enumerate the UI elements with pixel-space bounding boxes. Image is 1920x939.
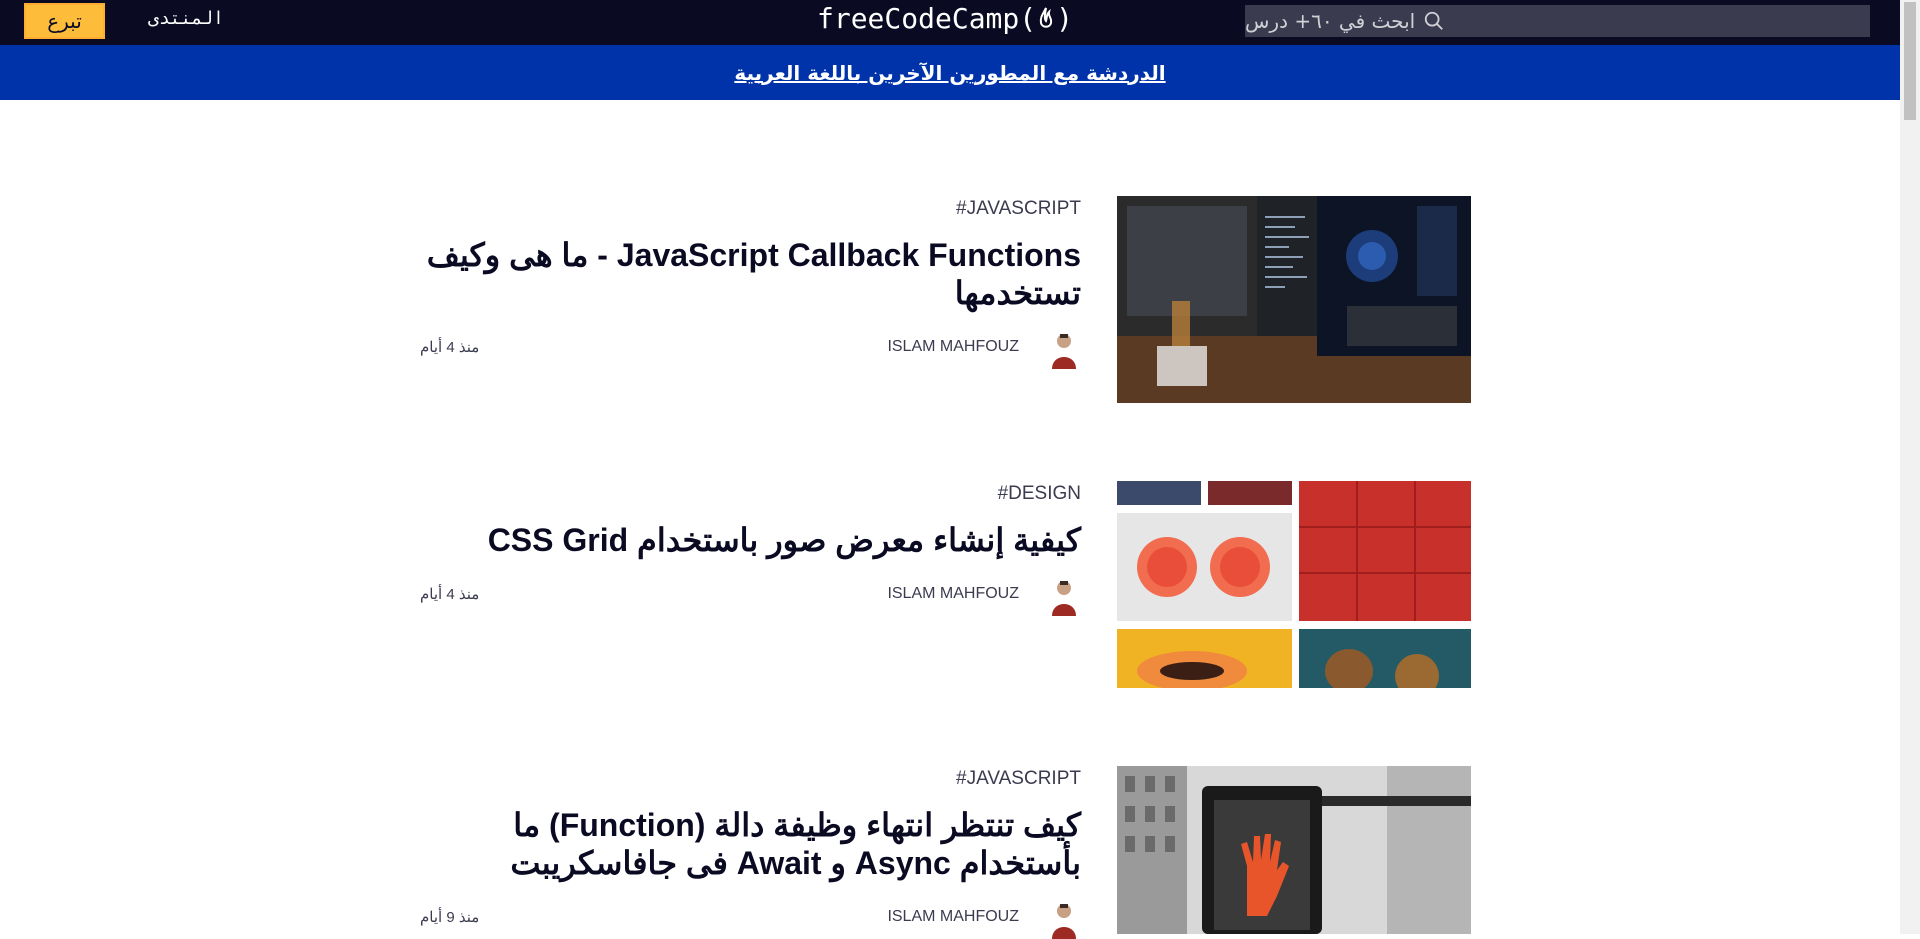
monitors-desk-image <box>1117 196 1471 403</box>
author-name[interactable]: ISLAM MAHFOUZ <box>887 338 1019 356</box>
author-name[interactable]: ISLAM MAHFOUZ <box>887 585 1019 603</box>
post-card[interactable]: #JAVASCRIPT JavaScript Callback Function… <box>420 196 1471 406</box>
author-name[interactable]: ISLAM MAHFOUZ <box>887 908 1019 926</box>
top-nav: ابحث في ٦٠+ درس freeCodeCamp ( ) المنتدى… <box>0 0 1900 45</box>
site-logo[interactable]: freeCodeCamp ( ) <box>0 2 1900 35</box>
post-thumbnail[interactable] <box>1117 481 1471 688</box>
post-thumbnail[interactable] <box>1117 196 1471 403</box>
fruit-grid-image <box>1117 481 1471 688</box>
logo-paren-close: ) <box>1056 2 1073 35</box>
post-card[interactable]: #DESIGN كيفية إنشاء معرض صور باستخدام CS… <box>420 481 1471 691</box>
post-tag[interactable]: #DESIGN <box>998 483 1081 505</box>
post-time: منذ 4 أيام <box>420 586 480 603</box>
post-meta: ISLAM MAHFOUZ منذ 9 أيام <box>420 899 1081 939</box>
post-time: منذ 9 أيام <box>420 909 480 926</box>
post-card[interactable]: #JAVASCRIPT كيف تنتظر انتهاء وظيفة دالة … <box>420 766 1471 939</box>
vertical-scrollbar[interactable] <box>1900 0 1920 934</box>
post-tag[interactable]: #JAVASCRIPT <box>956 198 1081 220</box>
post-title[interactable]: كيف تنتظر انتهاء وظيفة دالة (Function) م… <box>420 806 1081 882</box>
scrollbar-thumb[interactable] <box>1904 2 1916 120</box>
logo-paren-open: ( <box>1019 2 1037 35</box>
avatar[interactable] <box>1047 329 1081 369</box>
post-tag[interactable]: #JAVASCRIPT <box>956 768 1081 790</box>
banner-link[interactable]: الدردشة مع المطورين الآخرين باللغة العرب… <box>734 61 1165 85</box>
post-meta: ISLAM MAHFOUZ منذ 4 أيام <box>420 576 1081 616</box>
avatar[interactable] <box>1047 899 1081 939</box>
post-title[interactable]: JavaScript Callback Functions - ما هى وك… <box>420 236 1081 312</box>
logo-text: freeCodeCamp <box>816 2 1020 35</box>
post-meta: ISLAM MAHFOUZ منذ 4 أيام <box>420 329 1081 369</box>
avatar[interactable] <box>1047 576 1081 616</box>
chat-banner: الدردشة مع المطورين الآخرين باللغة العرب… <box>0 45 1900 100</box>
crosswalk-signal-image <box>1117 766 1471 934</box>
post-time: منذ 4 أيام <box>420 339 480 356</box>
flame-icon <box>1039 7 1053 28</box>
post-thumbnail[interactable] <box>1117 766 1471 934</box>
post-title[interactable]: كيفية إنشاء معرض صور باستخدام CSS Grid <box>420 521 1081 559</box>
forum-link[interactable]: المنتدى <box>148 8 224 29</box>
donate-button[interactable]: تبرع <box>24 3 105 39</box>
